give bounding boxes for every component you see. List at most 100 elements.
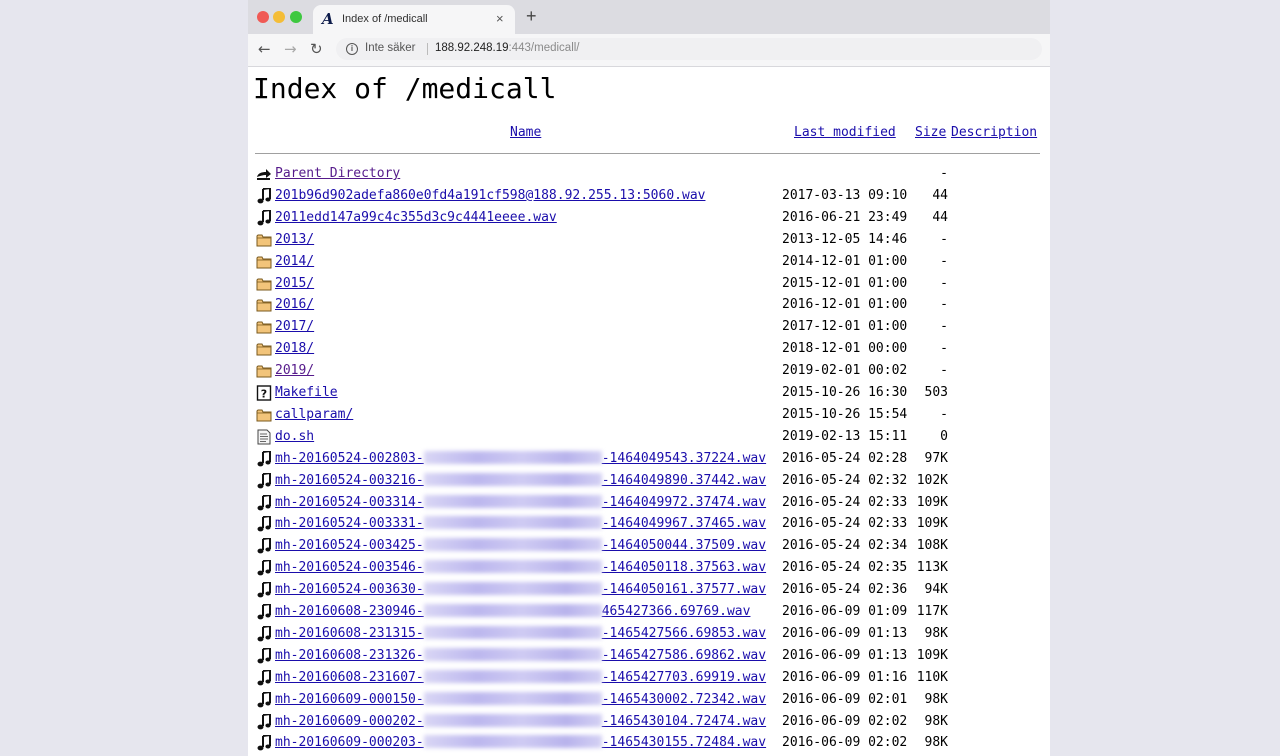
folder-icon [256,363,272,379]
size-cell: - [940,275,948,291]
file-link[interactable]: mh-20160609-000202- -1465430104.72474.wav [275,713,767,730]
tab-index-of-medicall[interactable]: A Index of /medicall × [313,5,515,34]
file-link[interactable]: mh-20160524-003425- -1464050044.37509.wav [275,538,766,554]
file-link[interactable]: 201b96d902adefa860e0fd4a191cf598@188.92.… [275,188,705,204]
file-link[interactable]: mh-20160608-230946- 465427366.69769.wav [275,604,750,620]
last-modified-cell: 2016-06-09 02:02 [782,735,908,751]
file-link[interactable]: mh-20160524-003630- -1464050161.37577.wav [275,582,766,598]
file-link[interactable]: mh-20160524-002803- -1464049543.37224.wav [275,450,766,467]
list-item: mh-20160609-000202- -1465430104.72474.wav… [248,711,1050,733]
sort-by-description-link[interactable]: Description [951,125,1037,140]
file-link[interactable]: mh-20160608-231326- -1465427586.69862.wav [275,647,766,664]
new-tab-button[interactable]: + [526,7,537,25]
file-name-prefix: mh-20160524-003331- [275,516,424,532]
last-modified-cell: 2016-06-09 01:13 [782,625,908,641]
list-item: mh-20160608-231315- -1465427566.69853.wav… [248,623,1050,645]
address-bar-divider [427,43,428,55]
file-link[interactable]: 2015/ [275,276,314,292]
url-path: :443/medicall/ [508,42,580,54]
last-modified-cell: 2017-12-01 01:00 [782,319,908,335]
last-modified-cell: 2013-12-05 14:46 [782,231,908,247]
minimize-window-button[interactable] [273,11,285,23]
last-modified-cell: 2019-02-01 00:02 [782,363,908,379]
list-item: 2011edd147a99c4c355d3c9c4441eeee.wav 2016… [248,207,1050,229]
file-link[interactable]: mh-20160524-003546- -1464050118.37563.wav [275,560,766,576]
size-cell: 110K [916,669,948,685]
size-cell: 94K [924,582,948,598]
file-link[interactable]: callparam/ [275,407,353,423]
redacted-name-segment [423,691,602,705]
sound-file-icon [256,647,272,664]
file-name-suffix: -1464050161.37577.wav [601,582,767,598]
last-modified-cell: 2016-06-21 23:49 [782,209,908,225]
redacted-name-segment [423,582,602,596]
file-link[interactable]: 2017/ [275,319,314,335]
file-name-suffix: -1465430104.72474.wav [601,713,767,729]
file-name-suffix: -1465430155.72484.wav [601,735,767,751]
file-link[interactable]: 2016/ [275,297,314,313]
file-link[interactable]: 2014/ [275,254,314,270]
sort-by-name-link[interactable]: Name [510,125,541,140]
maximize-window-button[interactable] [290,11,302,23]
list-item: do.sh 2019-02-13 15:11 0 [248,426,1050,448]
browser-window: A Index of /medicall × + ← → ↻ i Inte sä… [248,0,1050,756]
tab-close-icon[interactable]: × [496,11,504,26]
file-link[interactable]: 2019/ [275,363,314,379]
sort-by-size-link[interactable]: Size [915,125,946,140]
file-name-prefix: mh-20160524-003546- [275,560,424,576]
size-cell: 109K [916,494,948,510]
sound-file-icon [256,560,272,576]
file-name-suffix: -1464050118.37563.wav [601,560,767,576]
list-item: 2018/2018-12-01 00:00 - [248,338,1050,360]
sort-by-last-modified-link[interactable]: Last modified [794,125,896,140]
last-modified-cell: 2016-05-24 02:34 [782,538,908,554]
sound-file-icon [256,691,272,708]
file-link[interactable]: do.sh [275,429,314,445]
file-link[interactable]: mh-20160609-000150- -1465430002.72342.wav [275,691,766,708]
file-link[interactable]: mh-20160524-003314- -1464049972.37474.wav [275,494,766,511]
close-window-button[interactable] [257,11,269,23]
back-icon[interactable]: ← [258,40,271,58]
svg-text:?: ? [261,388,267,401]
file-link[interactable]: mh-20160609-000203- -1465430155.72484.wav [275,735,766,751]
size-cell: 108K [916,538,948,554]
list-item: mh-20160524-003216- -1464049890.37442.wav… [248,470,1050,492]
last-modified-cell: 2016-05-24 02:28 [782,450,908,466]
last-modified-cell: 2016-05-24 02:35 [782,560,908,576]
list-item: callparam/2015-10-26 15:54 - [248,404,1050,426]
list-item: mh-20160608-231607- -1465427703.69919.wav… [248,667,1050,689]
file-link[interactable]: 2018/ [275,341,314,357]
address-bar[interactable]: i Inte säker 188.92.248.19:443/medicall/ [336,38,1042,60]
info-circle-icon[interactable]: i [346,43,358,55]
size-cell: 98K [924,625,948,641]
folder-icon [256,254,272,270]
last-modified-cell: 2016-06-09 02:01 [782,691,908,707]
list-item: mh-20160524-002803- -1464049543.37224.wav… [248,448,1050,470]
forward-icon[interactable]: → [284,40,297,58]
size-cell: 109K [916,516,948,532]
file-link[interactable]: mh-20160608-231607- -1465427703.69919.wav [275,669,766,686]
page-content: Index of /medicall Name Last modified Si… [248,67,1050,756]
list-item: mh-20160609-000203- -1465430155.72484.wav… [248,732,1050,754]
file-name-prefix: mh-20160524-003216- [275,472,424,488]
last-modified-cell: 2015-10-26 15:54 [782,406,908,422]
file-name-prefix: mh-20160608-231607- [275,669,424,685]
file-link[interactable]: mh-20160524-003216- -1464049890.37442.wav [275,472,766,489]
redacted-name-segment [423,604,602,617]
url-text[interactable]: 188.92.248.19:443/medicall/ [435,42,580,54]
sound-file-icon [256,472,272,489]
reload-icon[interactable]: ↻ [310,40,323,58]
size-cell: 102K [916,472,948,488]
file-link[interactable]: mh-20160524-003331- -1464049967.37465.wav [275,516,766,532]
file-link[interactable]: mh-20160608-231315- -1465427566.69853.wav [275,625,766,642]
file-link[interactable]: 2011edd147a99c4c355d3c9c4441eeee.wav [275,210,557,226]
file-link[interactable]: 2013/ [275,232,314,248]
size-cell: 109K [916,647,948,663]
file-name-prefix: mh-20160608-231326- [275,647,424,663]
file-link[interactable]: Makefile [275,385,338,401]
list-item: mh-20160524-003630- -1464050161.37577.wav… [248,579,1050,601]
redacted-name-segment [423,669,602,683]
parent-directory-link[interactable]: Parent Directory [275,166,400,182]
sound-file-icon [256,669,272,686]
not-secure-label[interactable]: Inte säker [365,42,416,54]
